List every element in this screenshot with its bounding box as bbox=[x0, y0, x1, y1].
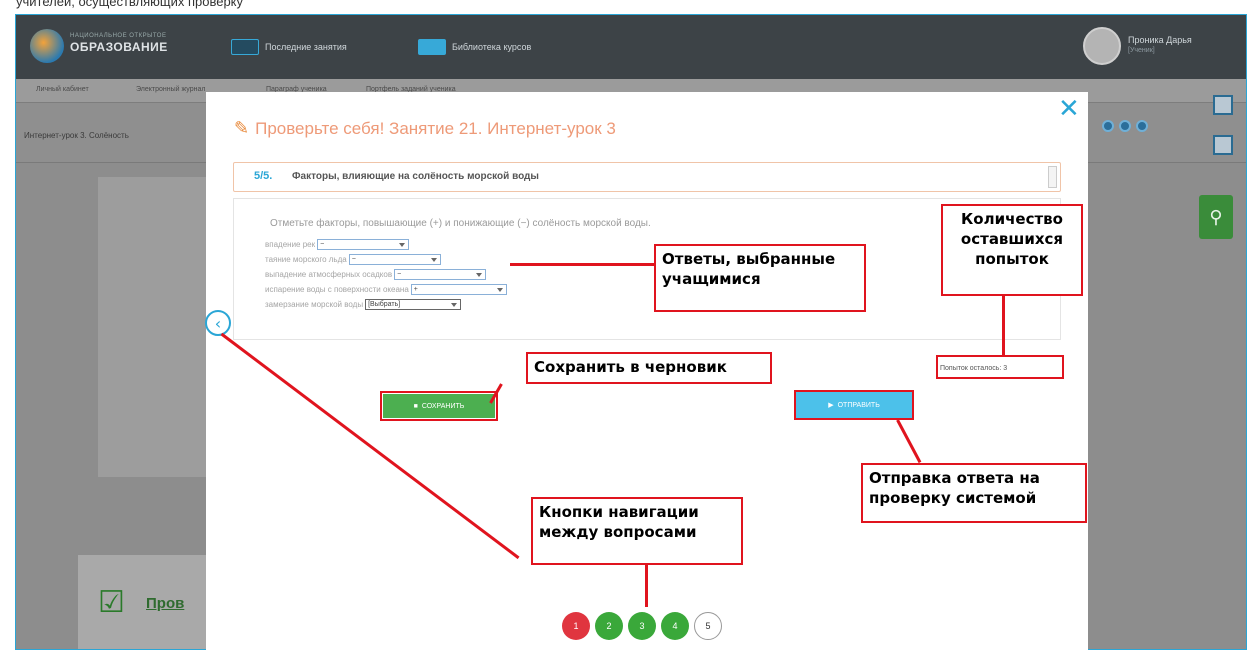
lesson-title: Интернет-урок 3. Солёность bbox=[24, 131, 129, 140]
background-content bbox=[98, 177, 218, 477]
page-caption: учителей, осуществляющих проверку bbox=[16, 0, 244, 9]
answers-leader-line bbox=[510, 263, 655, 266]
avatar[interactable] bbox=[1083, 27, 1121, 65]
search-icon[interactable]: ⚲ bbox=[1199, 195, 1233, 239]
annotation-navigation: Кнопки навигации между вопросами bbox=[531, 497, 743, 565]
factor-row: замерзание морской воды [Выбрать] bbox=[265, 299, 462, 310]
user-name[interactable]: Проника Дарья bbox=[1128, 35, 1192, 45]
nav-library-label: Библиотека курсов bbox=[452, 42, 532, 52]
factor-row: выпадение атмосферных осадков − bbox=[265, 269, 487, 280]
page-dot[interactable]: 3 bbox=[628, 612, 656, 640]
page-dot-current[interactable]: 5 bbox=[694, 612, 722, 640]
user-role: [Ученик] bbox=[1128, 47, 1155, 54]
library-icon bbox=[418, 39, 446, 55]
factor-label: таяние морского льда bbox=[265, 255, 347, 264]
logo-icon[interactable] bbox=[30, 29, 64, 63]
attempts-leader-line bbox=[1002, 296, 1005, 356]
checkbox-icon: ☑ bbox=[98, 586, 125, 619]
progress-dots bbox=[1102, 120, 1148, 132]
nav-course-library[interactable]: Библиотека курсов bbox=[418, 37, 531, 57]
factor-label: впадение рек bbox=[265, 240, 316, 249]
factor-select[interactable]: − bbox=[394, 269, 487, 280]
chevron-left-icon[interactable]: ‹ bbox=[205, 310, 231, 336]
pencil-icon: ✎ bbox=[234, 118, 250, 139]
close-icon[interactable]: ✕ bbox=[1058, 96, 1080, 122]
factor-row: впадение рек − bbox=[265, 239, 410, 250]
annotation-save: Сохранить в черновик bbox=[526, 352, 772, 384]
navigation-leader-line bbox=[645, 565, 648, 607]
page-dot[interactable]: 2 bbox=[595, 612, 623, 640]
factor-label: выпадение атмосферных осадков bbox=[265, 270, 393, 279]
factor-row: испарение воды с поверхности океана + bbox=[265, 284, 507, 295]
factor-row: таяние морского льда − bbox=[265, 254, 441, 265]
save-highlight bbox=[380, 391, 498, 421]
question-number: 5/5. bbox=[254, 170, 273, 182]
logo-title[interactable]: ОБРАЗОВАНИЕ bbox=[70, 40, 168, 54]
calendar-icon bbox=[231, 39, 259, 55]
annotation-send: Отправка ответа на проверку системой bbox=[861, 463, 1087, 523]
breadcrumb-item[interactable]: Личный кабинет bbox=[36, 86, 89, 93]
annotation-answers: Ответы, выбранные учащимися bbox=[654, 244, 866, 312]
factor-select[interactable]: − bbox=[317, 239, 410, 250]
progress-dot[interactable] bbox=[1119, 120, 1131, 132]
background-link[interactable]: Пров bbox=[146, 595, 184, 612]
factor-label: испарение воды с поверхности океана bbox=[265, 285, 409, 294]
send-highlight bbox=[794, 390, 914, 420]
modal-header: ✎ Проверьте себя! Занятие 21. Интернет-у… bbox=[234, 118, 616, 139]
page-dot[interactable]: 1 bbox=[562, 612, 590, 640]
progress-dot[interactable] bbox=[1136, 120, 1148, 132]
attempts-highlight bbox=[936, 355, 1064, 379]
table-view-button[interactable] bbox=[1213, 135, 1233, 155]
nav-recent-lessons[interactable]: Последние занятия bbox=[231, 37, 347, 57]
question-instruction: Отметьте факторы, повышающие (+) и пониж… bbox=[270, 218, 651, 229]
progress-dot[interactable] bbox=[1102, 120, 1114, 132]
factor-label: замерзание морской воды bbox=[265, 300, 364, 309]
breadcrumb-item[interactable]: Электронный журнал bbox=[136, 86, 205, 93]
factor-select[interactable]: + bbox=[410, 284, 507, 295]
nav-recent-label: Последние занятия bbox=[265, 42, 347, 52]
factor-select[interactable]: − bbox=[348, 254, 441, 265]
question-title: Факторы, влияющие на солёность морской в… bbox=[292, 171, 539, 182]
question-pager: 1 2 3 4 5 bbox=[562, 612, 722, 640]
question-scrollbar[interactable] bbox=[1048, 166, 1057, 188]
top-navbar: НАЦИОНАЛЬНОЕ ОТКРЫТОЕ ОБРАЗОВАНИЕ Послед… bbox=[16, 15, 1246, 79]
question-header[interactable]: 5/5. Факторы, влияющие на солёность морс… bbox=[233, 162, 1061, 192]
annotation-attempts: Количество оставшихся попыток bbox=[941, 204, 1083, 296]
factor-select[interactable]: [Выбрать] bbox=[365, 299, 462, 310]
page-dot[interactable]: 4 bbox=[661, 612, 689, 640]
modal-title: Проверьте себя! Занятие 21. Интернет-уро… bbox=[255, 118, 616, 138]
logo-subtitle: НАЦИОНАЛЬНОЕ ОТКРЫТОЕ bbox=[70, 33, 167, 39]
grid-view-button[interactable] bbox=[1213, 95, 1233, 115]
